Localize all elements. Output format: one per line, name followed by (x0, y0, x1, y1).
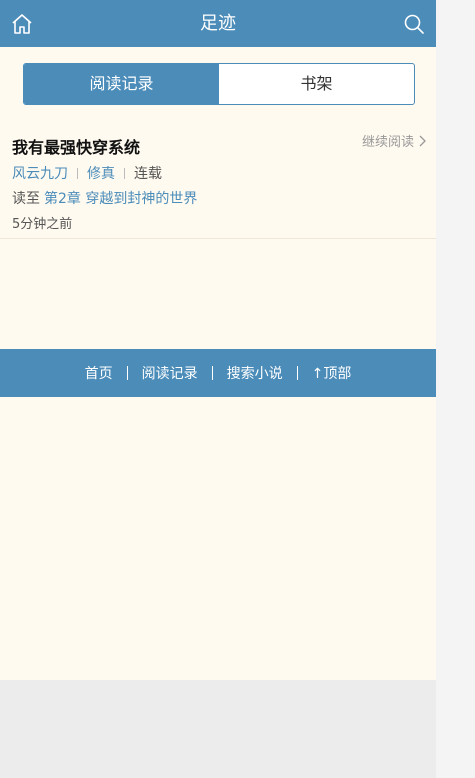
header-bar: 足迹 (0, 0, 436, 47)
divider (296, 366, 298, 380)
tab-reading-history[interactable]: 阅读记录 (24, 64, 219, 104)
divider (211, 366, 213, 380)
continue-reading-label: 继续阅读 (361, 135, 414, 150)
tab-bookshelf[interactable]: 书架 (219, 64, 414, 104)
tab-bar: 阅读记录 书架 (23, 63, 415, 105)
list-item: 我有最强快穿系统 继续阅读 风云九刀 修真 连载 读至 第2章 穿越到封神的世界 … (0, 120, 436, 239)
book-title[interactable]: 我有最强快穿系统 (12, 134, 140, 158)
chevron-right-icon (419, 135, 426, 146)
reading-progress: 读至 第2章 穿越到封神的世界 (12, 188, 197, 208)
page-content: 足迹 阅读记录 书架 我有最强快穿系统 继续阅读 风云九刀 修真 连载 读至 第2 (0, 0, 436, 680)
chapter-link[interactable]: 第2章 穿越到封神的世界 (44, 191, 197, 207)
category-link[interactable]: 修真 (87, 163, 115, 183)
divider (124, 167, 125, 179)
right-gutter (436, 0, 475, 778)
author-link[interactable]: 风云九刀 (12, 163, 68, 183)
status-badge: 连载 (134, 166, 162, 182)
footer-home-link[interactable]: 首页 (83, 363, 115, 383)
footer-search-link[interactable]: 搜索小说 (225, 363, 285, 383)
page-title: 足迹 (200, 13, 236, 34)
footer-nav: 首页 阅读记录 搜索小说 ↑顶部 (0, 349, 436, 397)
continue-reading-button[interactable]: 继续阅读 (362, 131, 426, 150)
footer-top-link[interactable]: ↑顶部 (310, 363, 354, 383)
book-meta: 风云九刀 修真 连载 (12, 163, 162, 183)
bottom-blank-area (0, 680, 436, 778)
divider (126, 366, 128, 380)
footer-history-link[interactable]: 阅读记录 (140, 363, 200, 383)
progress-prefix: 读至 (12, 191, 40, 207)
search-icon[interactable] (402, 12, 426, 36)
divider (77, 167, 78, 179)
last-read-time: 5分钟之前 (12, 217, 73, 232)
